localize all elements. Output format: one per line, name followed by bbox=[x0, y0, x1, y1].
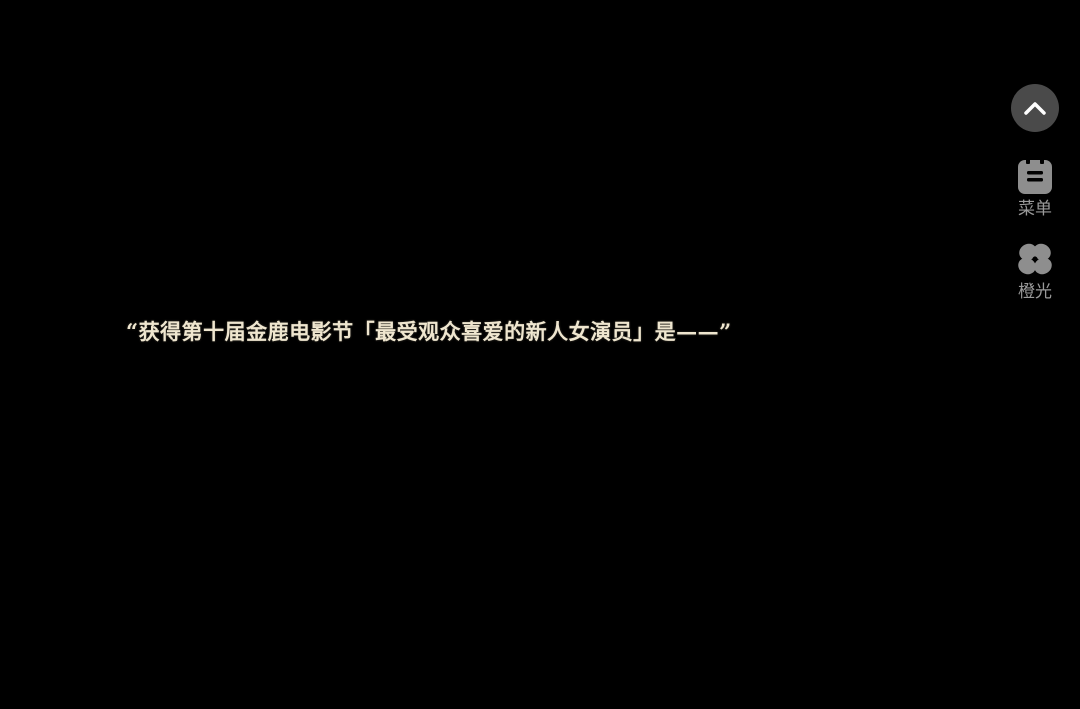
side-controls: 菜单 橙光 bbox=[1004, 84, 1066, 302]
chevron-up-icon bbox=[1024, 102, 1046, 115]
clover-icon bbox=[1018, 243, 1052, 275]
menu-icon bbox=[1018, 158, 1052, 194]
game-stage[interactable]: “获得第十届金鹿电影节「最受观众喜爱的新人女演员」是——” 菜单 橙光 bbox=[0, 0, 1080, 709]
dialogue-text: “获得第十届金鹿电影节「最受观众喜爱的新人女演员」是——” bbox=[126, 319, 732, 344]
menu-button[interactable]: 菜单 bbox=[1004, 158, 1066, 219]
collapse-button[interactable] bbox=[1011, 84, 1059, 132]
chengguang-button[interactable]: 橙光 bbox=[1004, 241, 1066, 302]
menu-label: 菜单 bbox=[1018, 199, 1052, 219]
chengguang-label: 橙光 bbox=[1018, 282, 1052, 302]
